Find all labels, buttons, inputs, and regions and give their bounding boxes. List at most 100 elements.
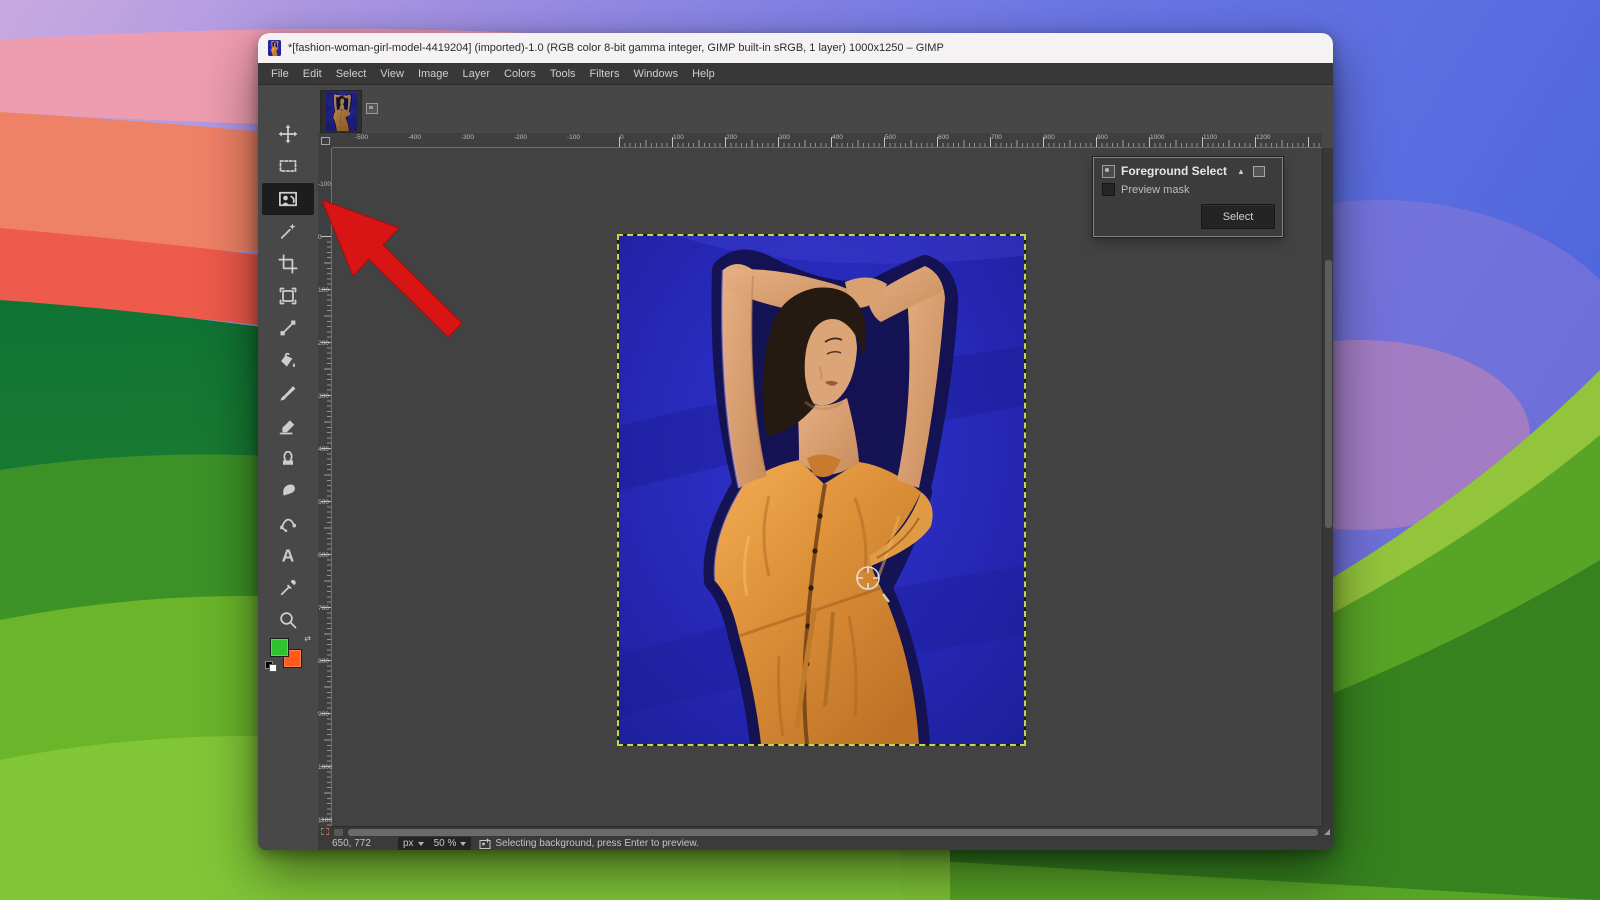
ruler-tick-label: 1000 bbox=[1150, 134, 1164, 141]
ruler-tick-label: 1000 bbox=[318, 764, 332, 771]
ruler-tick-label: -400 bbox=[408, 134, 421, 141]
ruler-tick-label: 300 bbox=[318, 393, 329, 400]
tool-color-picker[interactable] bbox=[262, 572, 314, 604]
dialog-tool-icon bbox=[1102, 165, 1115, 178]
ruler-tick-label: -200 bbox=[514, 134, 527, 141]
ruler-tick-label: 600 bbox=[938, 134, 949, 141]
vertical-scrollbar-thumb[interactable] bbox=[1325, 260, 1332, 528]
tool-foreground-select[interactable] bbox=[262, 183, 314, 215]
tool-handle-transform[interactable] bbox=[262, 312, 314, 344]
chevron-down-icon bbox=[460, 842, 466, 846]
foreground-color-swatch[interactable] bbox=[270, 638, 289, 657]
ruler-tick-label: 700 bbox=[991, 134, 1002, 141]
ruler-tick-label: 1100 bbox=[1203, 134, 1217, 141]
menu-colors[interactable]: Colors bbox=[497, 65, 543, 83]
default-colors-icon-white[interactable] bbox=[269, 664, 277, 672]
chevron-down-icon bbox=[418, 842, 424, 846]
menu-filters[interactable]: Filters bbox=[583, 65, 627, 83]
menu-tools[interactable]: Tools bbox=[543, 65, 583, 83]
horizontal-scrollbar[interactable] bbox=[332, 826, 1322, 837]
swap-colors-icon[interactable]: ⇄ bbox=[304, 634, 311, 643]
menu-file[interactable]: File bbox=[264, 65, 296, 83]
menu-help[interactable]: Help bbox=[685, 65, 722, 83]
ruler-tick-label: 800 bbox=[318, 658, 329, 665]
dialog-title: Foreground Select bbox=[1121, 164, 1227, 178]
ruler-tick-label: 900 bbox=[1097, 134, 1108, 141]
unit-value: px bbox=[403, 838, 414, 849]
zoom-dropdown[interactable]: 50 % bbox=[429, 837, 472, 850]
ruler-tick-label: 100 bbox=[318, 287, 329, 294]
image-tab-thumbnail[interactable] bbox=[320, 90, 362, 133]
ruler-tick-label: 500 bbox=[318, 499, 329, 506]
svg-text:A: A bbox=[282, 545, 295, 565]
status-bar: 650, 772 px 50 % Selecting background, p… bbox=[318, 837, 1333, 850]
tool-text[interactable]: A bbox=[262, 539, 314, 571]
preview-mask-checkbox[interactable] bbox=[1102, 183, 1115, 196]
preview-mask-label: Preview mask bbox=[1121, 184, 1189, 196]
status-message: Selecting background, press Enter to pre… bbox=[495, 838, 698, 849]
tool-zoom[interactable] bbox=[262, 604, 314, 636]
horizontal-scrollbar-start[interactable] bbox=[334, 829, 343, 836]
ruler-tick-label: -100 bbox=[318, 181, 331, 188]
tool-move[interactable] bbox=[262, 118, 314, 150]
tool-eraser[interactable] bbox=[262, 410, 314, 442]
ruler-tick-label: 100 bbox=[673, 134, 684, 141]
desktop: *[fashion-woman-girl-model-4419204] (imp… bbox=[0, 0, 1600, 900]
tool-crop[interactable] bbox=[262, 248, 314, 280]
menu-select[interactable]: Select bbox=[329, 65, 374, 83]
canvas-image[interactable] bbox=[619, 236, 1024, 744]
ruler-tick-label: 200 bbox=[318, 340, 329, 347]
image-tab-list-icon[interactable] bbox=[366, 103, 378, 114]
tool-fuzzy-select[interactable] bbox=[262, 215, 314, 247]
ruler-tick-label: 900 bbox=[318, 711, 329, 718]
ruler-tick-label: 200 bbox=[726, 134, 737, 141]
ruler-tick-label: -100 bbox=[567, 134, 580, 141]
unit-dropdown[interactable]: px bbox=[398, 837, 429, 850]
menu-windows[interactable]: Windows bbox=[626, 65, 685, 83]
select-button[interactable]: Select bbox=[1201, 204, 1275, 229]
ruler-tick-label: 500 bbox=[885, 134, 896, 141]
toolbox: A⇄ bbox=[258, 85, 318, 850]
menu-image[interactable]: Image bbox=[411, 65, 456, 83]
ruler-tick-label: -500 bbox=[355, 134, 368, 141]
tool-clone[interactable] bbox=[262, 442, 314, 474]
ruler-tick-label: 700 bbox=[318, 605, 329, 612]
ruler-corner-button[interactable] bbox=[318, 133, 333, 149]
ruler-tick-label: 800 bbox=[1044, 134, 1055, 141]
active-tool-status-icon bbox=[479, 838, 491, 850]
collapse-icon[interactable]: ▲ bbox=[1237, 167, 1245, 176]
tool-paintbrush[interactable] bbox=[262, 377, 314, 409]
ruler-tick-label: 0 bbox=[620, 134, 624, 141]
tool-rectangle-select[interactable] bbox=[262, 150, 314, 182]
pointer-coordinates: 650, 772 bbox=[332, 838, 398, 849]
window-thumbnail-icon bbox=[268, 40, 281, 56]
horizontal-scrollbar-thumb[interactable] bbox=[348, 829, 1318, 836]
dialog-menu-icon[interactable] bbox=[1253, 166, 1265, 177]
ruler-tick-label: -300 bbox=[461, 134, 474, 141]
menu-bar: FileEditSelectViewImageLayerColorsToolsF… bbox=[258, 63, 1333, 85]
menu-edit[interactable]: Edit bbox=[296, 65, 329, 83]
foreground-select-dialog: Foreground Select ▲ Preview mask Select bbox=[1093, 157, 1283, 237]
ruler-tick-label: 400 bbox=[318, 446, 329, 453]
vertical-scrollbar[interactable] bbox=[1322, 148, 1333, 826]
ruler-tick-label: 1200 bbox=[1256, 134, 1270, 141]
tool-bucket-fill[interactable] bbox=[262, 345, 314, 377]
tool-paths[interactable] bbox=[262, 507, 314, 539]
window-title: *[fashion-woman-girl-model-4419204] (imp… bbox=[288, 42, 944, 54]
quick-mask-toggle[interactable] bbox=[318, 826, 332, 837]
menu-view[interactable]: View bbox=[373, 65, 411, 83]
tool-unified-transform[interactable] bbox=[262, 280, 314, 312]
title-bar[interactable]: *[fashion-woman-girl-model-4419204] (imp… bbox=[258, 33, 1333, 63]
horizontal-ruler[interactable]: -500 -400 -300 -200 -100 0 100 200 300 400 500 600 7… bbox=[332, 133, 1322, 148]
ruler-tick-label: 300 bbox=[779, 134, 790, 141]
vertical-ruler[interactable]: -100010020030040050060070080090010001100 bbox=[318, 148, 332, 826]
ruler-tick-label: 1100 bbox=[318, 817, 332, 824]
canvas-viewport[interactable] bbox=[332, 148, 1322, 826]
tool-smudge[interactable] bbox=[262, 474, 314, 506]
ruler-tick-label: 400 bbox=[832, 134, 843, 141]
zoom-value: 50 % bbox=[434, 838, 457, 849]
menu-layer[interactable]: Layer bbox=[456, 65, 498, 83]
color-swatches[interactable]: ⇄ bbox=[262, 636, 314, 670]
gimp-window: *[fashion-woman-girl-model-4419204] (imp… bbox=[258, 33, 1333, 850]
navigation-preview-button[interactable] bbox=[1322, 826, 1333, 837]
